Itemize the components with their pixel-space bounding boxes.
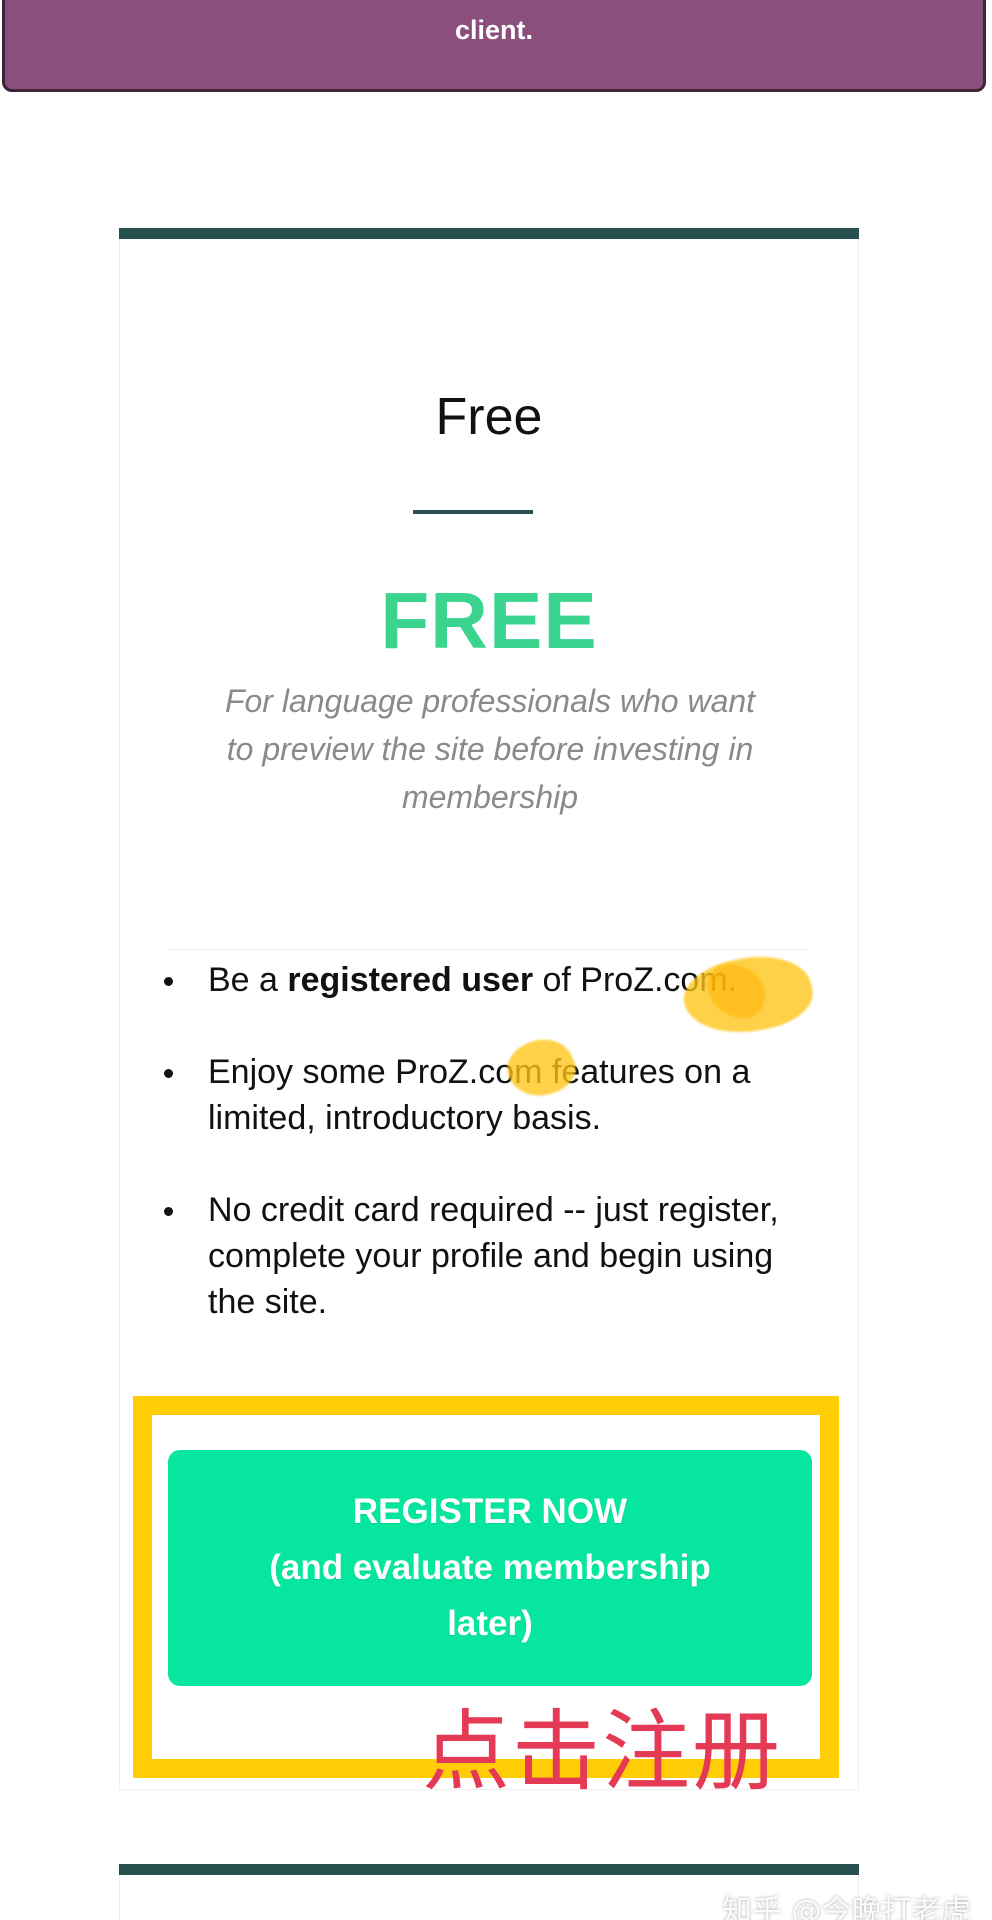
feature-text: No credit card required -- just register… [208, 1191, 779, 1321]
card-accent-bar [119, 228, 859, 239]
annotation-text: 点击注册 [422, 1700, 783, 1803]
plan-price: FREE [380, 576, 598, 665]
plan-divider [413, 510, 533, 514]
feature-text-strong: registered user [287, 961, 534, 999]
bullet-icon [164, 977, 173, 986]
feature-text: Enjoy some ProZ.com features on a limite… [208, 1053, 751, 1137]
feature-item: Enjoy some ProZ.com features on a limite… [160, 1049, 820, 1141]
feature-item: No credit card required -- just register… [160, 1187, 820, 1325]
watermark: 知乎 @今晚打老虎 [722, 1894, 972, 1920]
plan-name: Free [435, 388, 543, 446]
features-divider [166, 949, 810, 950]
card-accent-bar [119, 1864, 859, 1875]
top-banner: client. [2, 0, 986, 92]
register-now-button[interactable]: REGISTER NOW (and evaluate membership la… [168, 1450, 812, 1686]
register-button-line2: (and evaluate membership [269, 1548, 711, 1587]
register-button-line3: later) [447, 1604, 533, 1643]
banner-text: client. [454, 15, 534, 45]
page: client. Free FREE For language professio… [0, 0, 992, 1920]
feature-text-prefix: Be a [208, 961, 288, 999]
bullet-icon [164, 1207, 173, 1216]
bullet-icon [164, 1069, 173, 1078]
plan-description: For language professionals who want to p… [224, 683, 756, 815]
register-button-line1: REGISTER NOW [352, 1492, 628, 1531]
